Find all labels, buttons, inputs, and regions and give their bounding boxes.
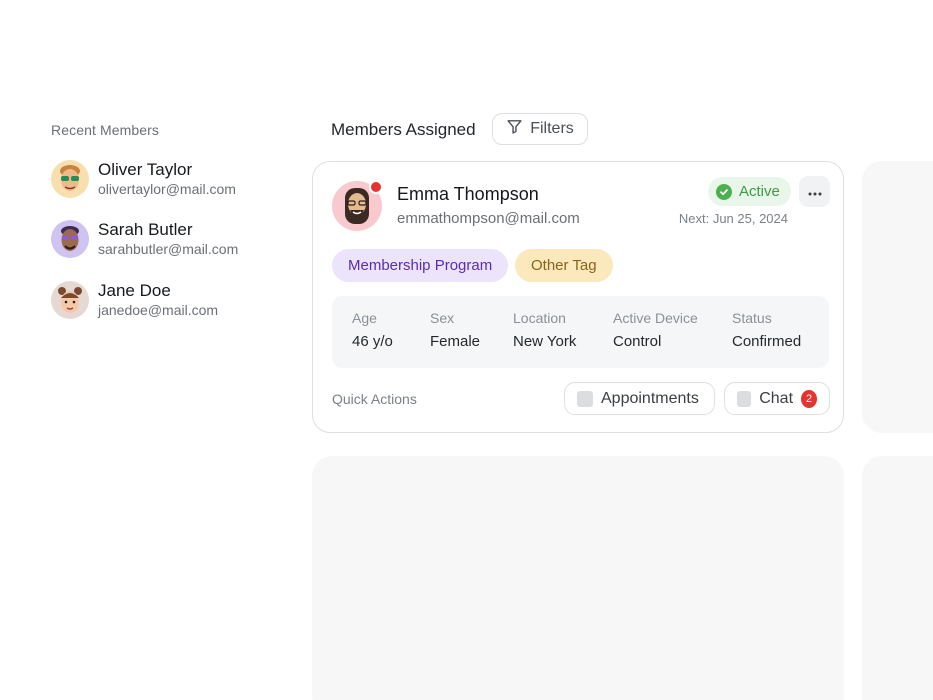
info-age: Age 46 y/o: [352, 310, 393, 350]
appointments-icon: [577, 390, 593, 407]
placeholder-card: [862, 456, 933, 700]
chat-count-badge: 2: [801, 389, 817, 408]
member-name: Jane Doe: [98, 280, 171, 300]
member-name: Sarah Butler: [98, 219, 193, 239]
info-sex: Sex Female: [430, 310, 480, 350]
appointments-label: Appointments: [601, 389, 699, 407]
info-value: 46 y/o: [352, 333, 393, 350]
recent-member-oliver[interactable]: Oliver Taylor olivertaylor@mail.com: [51, 159, 281, 199]
next-appointment-date: Next: Jun 25, 2024: [678, 211, 788, 226]
info-location: Location New York: [513, 310, 576, 350]
member-info-panel: Age 46 y/o Sex Female Location New York …: [332, 296, 829, 368]
chat-icon: [737, 390, 752, 407]
info-status: Status Confirmed: [732, 310, 801, 350]
appointments-button[interactable]: Appointments: [564, 382, 715, 415]
page: Recent Members Oliver Taylor olivertaylo…: [0, 0, 933, 700]
member-name: Oliver Taylor: [98, 159, 193, 179]
info-label: Location: [513, 310, 566, 326]
info-value: New York: [513, 333, 577, 350]
chat-button[interactable]: Chat 2: [724, 382, 830, 415]
avatar: [51, 160, 89, 198]
info-value: Control: [613, 333, 662, 350]
info-value: Confirmed: [732, 333, 802, 350]
member-email: janedoe@mail.com: [98, 302, 219, 319]
info-active-device: Active Device Control: [613, 310, 698, 350]
chat-label: Chat: [759, 389, 794, 407]
info-label: Active Device: [613, 310, 698, 326]
member-name: Emma Thompson: [397, 184, 539, 204]
placeholder-card: [862, 161, 933, 433]
more-horizontal-icon: [808, 183, 822, 201]
more-options-button[interactable]: [799, 176, 830, 207]
filters-label: Filters: [530, 120, 574, 137]
recent-member-jane[interactable]: Jane Doe janedoe@mail.com: [51, 280, 281, 320]
quick-actions-label: Quick Actions: [332, 391, 417, 407]
info-value: Female: [430, 333, 481, 350]
info-label: Sex: [430, 310, 455, 326]
status-badge: Active: [708, 177, 791, 206]
recent-members-title: Recent Members: [51, 122, 159, 138]
member-email: sarahbutler@mail.com: [98, 241, 239, 258]
check-circle-icon: [716, 183, 732, 200]
info-label: Age: [352, 310, 377, 326]
member-email: olivertaylor@mail.com: [98, 181, 236, 198]
tag-membership-program[interactable]: Membership Program: [332, 249, 509, 282]
tag-other[interactable]: Other Tag: [515, 249, 613, 282]
status-label: Active: [739, 183, 780, 200]
recent-members-panel: Recent Members Oliver Taylor olivertaylo…: [51, 122, 281, 319]
filter-icon: [506, 118, 523, 140]
avatar: [51, 281, 89, 319]
filters-button[interactable]: Filters: [492, 113, 588, 145]
placeholder-card: [312, 456, 844, 700]
info-label: Status: [732, 310, 772, 326]
avatar: [51, 220, 89, 258]
recent-member-sarah[interactable]: Sarah Butler sarahbutler@mail.com: [51, 219, 281, 259]
member-card[interactable]: Emma Thompson emmathompson@mail.com Acti…: [312, 161, 844, 433]
notification-dot: [369, 180, 383, 194]
member-email: emmathompson@mail.com: [397, 210, 580, 227]
members-assigned-title: Members Assigned: [331, 120, 476, 139]
